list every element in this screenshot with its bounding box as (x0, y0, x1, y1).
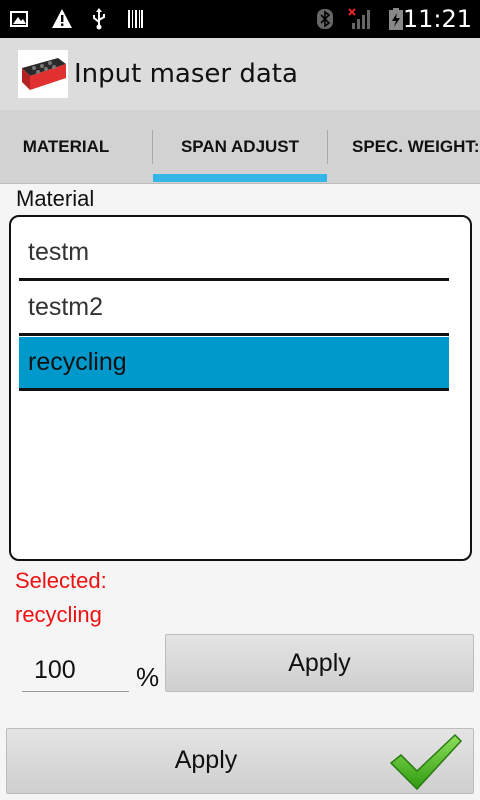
green-checkmark-icon (389, 733, 463, 791)
battery-charging-icon (389, 8, 403, 30)
apply-percent-button[interactable]: Apply (165, 634, 474, 692)
tab-spec-weight[interactable]: SPEC. WEIGHT: (342, 110, 480, 184)
app-title: Input maser data (74, 59, 298, 89)
tab-bar: MATERIAL SPAN ADJUST SPEC. WEIGHT: (0, 110, 480, 184)
percent-input[interactable] (22, 650, 129, 692)
warning-icon (52, 9, 72, 28)
selection-status: Selected: recycling (15, 564, 107, 632)
tab-selected-indicator (153, 174, 327, 182)
status-time: 11:21 (402, 5, 472, 33)
tab-span-adjust[interactable]: SPAN ADJUST (153, 110, 327, 184)
apply-button-label: Apply (174, 746, 238, 774)
list-item-selected[interactable]: recycling (19, 337, 449, 391)
apply-button[interactable]: Apply (6, 728, 474, 794)
material-list[interactable]: testm testm2 recycling (9, 215, 472, 561)
app-logo-icon (18, 50, 68, 98)
list-item[interactable]: testm2 (19, 282, 449, 336)
status-bar: 11:21 (0, 0, 480, 38)
tab-material[interactable]: MATERIAL (0, 110, 132, 184)
action-bar: Input maser data (0, 38, 480, 110)
usb-icon (93, 8, 105, 30)
percent-unit: % (136, 662, 160, 692)
bluetooth-icon (317, 9, 333, 29)
selection-status-value: recycling (15, 602, 102, 627)
barcode-icon (128, 10, 143, 28)
list-item[interactable]: testm (19, 227, 449, 281)
apply-percent-button-label: Apply (288, 648, 351, 677)
selection-status-prefix: Selected: (15, 568, 107, 593)
material-label: Material (16, 186, 95, 211)
no-signal-icon (348, 8, 370, 29)
tab-separator (327, 130, 328, 164)
image-notification-icon (10, 11, 28, 27)
